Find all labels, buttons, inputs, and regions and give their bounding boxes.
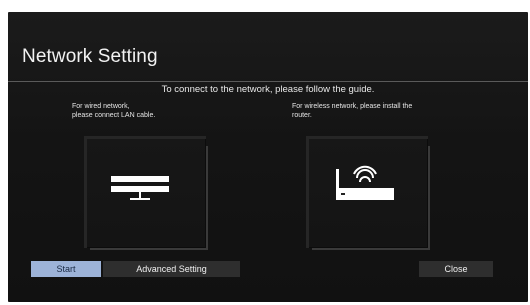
start-button[interactable]: Start (31, 261, 101, 277)
wireless-router-icon (336, 165, 394, 200)
network-setting-screen: Network Setting To connect to the networ… (8, 12, 528, 302)
guide-text: To connect to the network, please follow… (161, 84, 375, 95)
advanced-setting-button[interactable]: Advanced Setting (103, 261, 240, 277)
wired-panel (84, 136, 208, 250)
wireless-description: For wireless network, please install the… (292, 102, 462, 120)
wireless-panel (306, 136, 430, 250)
wired-description: For wired network, please connect LAN ca… (72, 102, 222, 120)
close-button[interactable]: Close (419, 261, 493, 277)
lan-device-icon (111, 176, 169, 200)
title-divider (8, 81, 528, 82)
wireless-description-line1: For wireless network, please install the (292, 103, 413, 110)
wired-description-line2: please connect LAN cable. (72, 112, 156, 119)
page-title: Network Setting (22, 46, 158, 67)
wireless-description-line2: router. (292, 112, 312, 119)
wired-description-line1: For wired network, (72, 103, 130, 110)
